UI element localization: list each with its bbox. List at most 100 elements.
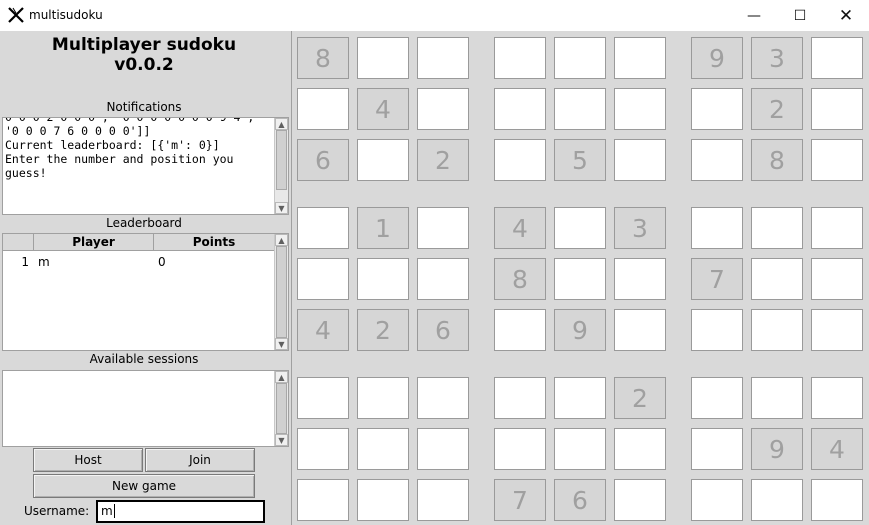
sudoku-cell[interactable] xyxy=(811,139,863,181)
sudoku-cell[interactable] xyxy=(811,377,863,419)
sudoku-cell[interactable]: 8 xyxy=(297,37,349,79)
minimize-button[interactable]: — xyxy=(731,0,777,31)
sudoku-cell[interactable] xyxy=(297,428,349,470)
scroll-up-arrow-icon[interactable]: ▲ xyxy=(275,234,288,246)
sudoku-cell[interactable] xyxy=(494,139,546,181)
leaderboard-scrollbar[interactable]: ▲ ▼ xyxy=(274,234,288,350)
notifications-textbox[interactable]: 0 0 0 2 0 0 0 , 0 0 0 0 0 0 0 9 4 , '0 0… xyxy=(2,117,289,215)
sudoku-cell[interactable]: 9 xyxy=(554,309,606,351)
scrollbar-thumb[interactable] xyxy=(276,130,287,190)
sudoku-cell[interactable] xyxy=(811,309,863,351)
sudoku-cell[interactable]: 4 xyxy=(357,88,409,130)
username-input[interactable]: m xyxy=(96,500,265,523)
sudoku-cell[interactable] xyxy=(614,258,666,300)
sudoku-cell[interactable]: 7 xyxy=(494,479,546,521)
sudoku-cell[interactable] xyxy=(614,309,666,351)
sessions-scrollbar[interactable]: ▲ ▼ xyxy=(274,371,288,446)
scroll-up-arrow-icon[interactable]: ▲ xyxy=(275,118,288,130)
host-button[interactable]: Host xyxy=(33,448,143,472)
sudoku-cell[interactable] xyxy=(614,88,666,130)
sudoku-cell[interactable] xyxy=(417,37,469,79)
column-header-player[interactable]: Player xyxy=(34,234,154,250)
sudoku-cell[interactable] xyxy=(751,258,803,300)
sudoku-cell[interactable] xyxy=(297,258,349,300)
sudoku-cell[interactable]: 8 xyxy=(751,139,803,181)
sudoku-cell[interactable]: 5 xyxy=(554,139,606,181)
sudoku-cell[interactable] xyxy=(357,428,409,470)
sudoku-cell[interactable] xyxy=(614,37,666,79)
sudoku-cell[interactable] xyxy=(614,479,666,521)
sudoku-cell[interactable] xyxy=(297,377,349,419)
sudoku-cell[interactable] xyxy=(691,479,743,521)
column-header-index[interactable] xyxy=(3,234,34,250)
sudoku-cell[interactable] xyxy=(691,88,743,130)
sudoku-cell[interactable] xyxy=(297,479,349,521)
sudoku-cell[interactable] xyxy=(811,207,863,249)
sudoku-cell[interactable] xyxy=(691,309,743,351)
sudoku-cell[interactable]: 2 xyxy=(751,88,803,130)
sudoku-cell[interactable] xyxy=(811,479,863,521)
sudoku-cell[interactable] xyxy=(417,207,469,249)
close-button[interactable]: ✕ xyxy=(823,0,869,31)
maximize-button[interactable]: ☐ xyxy=(777,0,823,31)
sudoku-cell[interactable]: 3 xyxy=(751,37,803,79)
sudoku-cell[interactable] xyxy=(691,139,743,181)
sudoku-cell[interactable]: 8 xyxy=(494,258,546,300)
new-game-button[interactable]: New game xyxy=(33,474,255,498)
sudoku-cell[interactable]: 4 xyxy=(811,428,863,470)
sudoku-cell[interactable] xyxy=(751,309,803,351)
join-button[interactable]: Join xyxy=(145,448,255,472)
sudoku-cell[interactable]: 4 xyxy=(297,309,349,351)
sudoku-cell[interactable]: 1 xyxy=(357,207,409,249)
sudoku-cell[interactable] xyxy=(691,207,743,249)
sudoku-cell[interactable] xyxy=(417,258,469,300)
sudoku-cell[interactable] xyxy=(691,428,743,470)
scroll-down-arrow-icon[interactable]: ▼ xyxy=(275,338,288,350)
sudoku-cell[interactable] xyxy=(297,207,349,249)
sudoku-cell[interactable] xyxy=(297,88,349,130)
sudoku-cell[interactable]: 9 xyxy=(691,37,743,79)
sudoku-cell[interactable] xyxy=(357,479,409,521)
sudoku-cell[interactable]: 2 xyxy=(417,139,469,181)
sudoku-cell[interactable] xyxy=(494,428,546,470)
sudoku-cell[interactable]: 9 xyxy=(751,428,803,470)
sudoku-cell[interactable] xyxy=(417,479,469,521)
sudoku-cell[interactable] xyxy=(494,309,546,351)
sudoku-cell[interactable] xyxy=(417,377,469,419)
sudoku-cell[interactable] xyxy=(554,37,606,79)
table-row[interactable]: 1 m 0 xyxy=(3,254,275,270)
scrollbar-thumb[interactable] xyxy=(276,383,287,434)
scroll-up-arrow-icon[interactable]: ▲ xyxy=(275,371,288,383)
sudoku-cell[interactable]: 7 xyxy=(691,258,743,300)
sudoku-cell[interactable] xyxy=(751,479,803,521)
sudoku-cell[interactable]: 6 xyxy=(297,139,349,181)
sudoku-cell[interactable] xyxy=(554,207,606,249)
sudoku-cell[interactable] xyxy=(357,258,409,300)
scrollbar-thumb[interactable] xyxy=(276,246,287,338)
sudoku-cell[interactable] xyxy=(417,88,469,130)
sudoku-cell[interactable]: 2 xyxy=(614,377,666,419)
sudoku-cell[interactable] xyxy=(614,428,666,470)
sudoku-cell[interactable] xyxy=(691,377,743,419)
sessions-listbox[interactable]: ▲ ▼ xyxy=(2,370,289,447)
sudoku-cell[interactable] xyxy=(494,377,546,419)
sudoku-cell[interactable] xyxy=(751,207,803,249)
leaderboard-table[interactable]: Player Points 1 m 0 ▲ ▼ xyxy=(2,233,289,351)
sudoku-cell[interactable] xyxy=(811,88,863,130)
notifications-scrollbar[interactable]: ▲ ▼ xyxy=(274,118,288,214)
sudoku-cell[interactable] xyxy=(751,377,803,419)
sudoku-cell[interactable]: 6 xyxy=(417,309,469,351)
sudoku-cell[interactable] xyxy=(494,88,546,130)
sudoku-cell[interactable]: 3 xyxy=(614,207,666,249)
sudoku-cell[interactable] xyxy=(554,258,606,300)
sudoku-cell[interactable] xyxy=(554,428,606,470)
sudoku-cell[interactable] xyxy=(554,377,606,419)
sudoku-cell[interactable] xyxy=(417,428,469,470)
sudoku-cell[interactable] xyxy=(494,37,546,79)
sudoku-cell[interactable] xyxy=(811,37,863,79)
sudoku-cell[interactable] xyxy=(614,139,666,181)
sudoku-cell[interactable] xyxy=(357,377,409,419)
sudoku-cell[interactable] xyxy=(357,37,409,79)
sudoku-cell[interactable] xyxy=(554,88,606,130)
scroll-down-arrow-icon[interactable]: ▼ xyxy=(275,202,288,214)
